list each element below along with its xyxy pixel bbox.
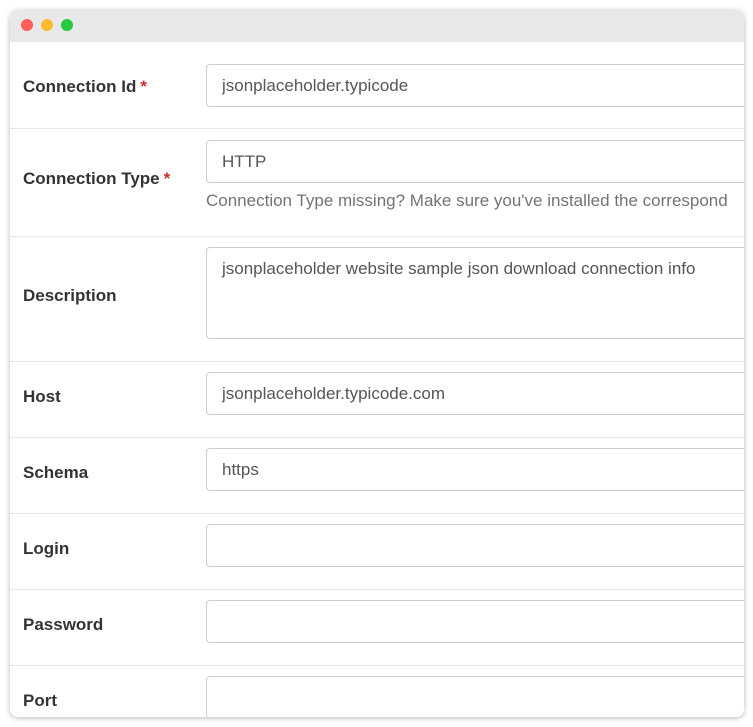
connection-type-select[interactable]	[206, 140, 744, 183]
description-textarea[interactable]: jsonplaceholder website sample json down…	[206, 247, 744, 339]
title-bar	[10, 10, 744, 42]
schema-input[interactable]	[206, 448, 744, 491]
app-window: Connection Id* Connection Type* Connecti…	[10, 10, 744, 717]
form-row-port: Port	[10, 666, 744, 717]
host-input[interactable]	[206, 372, 744, 415]
password-label: Password	[23, 615, 104, 634]
connection-id-label: Connection Id *	[23, 77, 147, 96]
close-window-button[interactable]	[21, 19, 33, 31]
port-label: Port	[23, 691, 57, 710]
port-input[interactable]	[206, 676, 744, 717]
form-row-host: Host	[10, 362, 744, 438]
connection-type-help-text: Connection Type missing? Make sure you'v…	[206, 191, 728, 210]
form-row-schema: Schema	[10, 438, 744, 514]
connection-form: Connection Id* Connection Type* Connecti…	[10, 42, 744, 717]
form-row-connection-id: Connection Id *	[10, 42, 744, 129]
required-marker: *	[140, 77, 147, 96]
description-label: Description	[23, 286, 117, 305]
form-row-password: Password	[10, 590, 744, 666]
connection-id-input[interactable]	[206, 64, 744, 107]
form-row-description: Description jsonplaceholder website samp…	[10, 237, 744, 362]
password-input[interactable]	[206, 600, 744, 643]
schema-label: Schema	[23, 463, 89, 482]
connection-type-label: Connection Type *	[23, 169, 171, 188]
minimize-window-button[interactable]	[41, 19, 53, 31]
zoom-window-button[interactable]	[61, 19, 73, 31]
login-input[interactable]	[206, 524, 744, 567]
form-row-login: Login	[10, 514, 744, 590]
required-marker: *	[163, 169, 171, 188]
login-label: Login	[23, 539, 70, 558]
host-label: Host	[23, 387, 61, 406]
form-row-connection-type: Connection Type* Connection Type missing…	[10, 128, 744, 237]
